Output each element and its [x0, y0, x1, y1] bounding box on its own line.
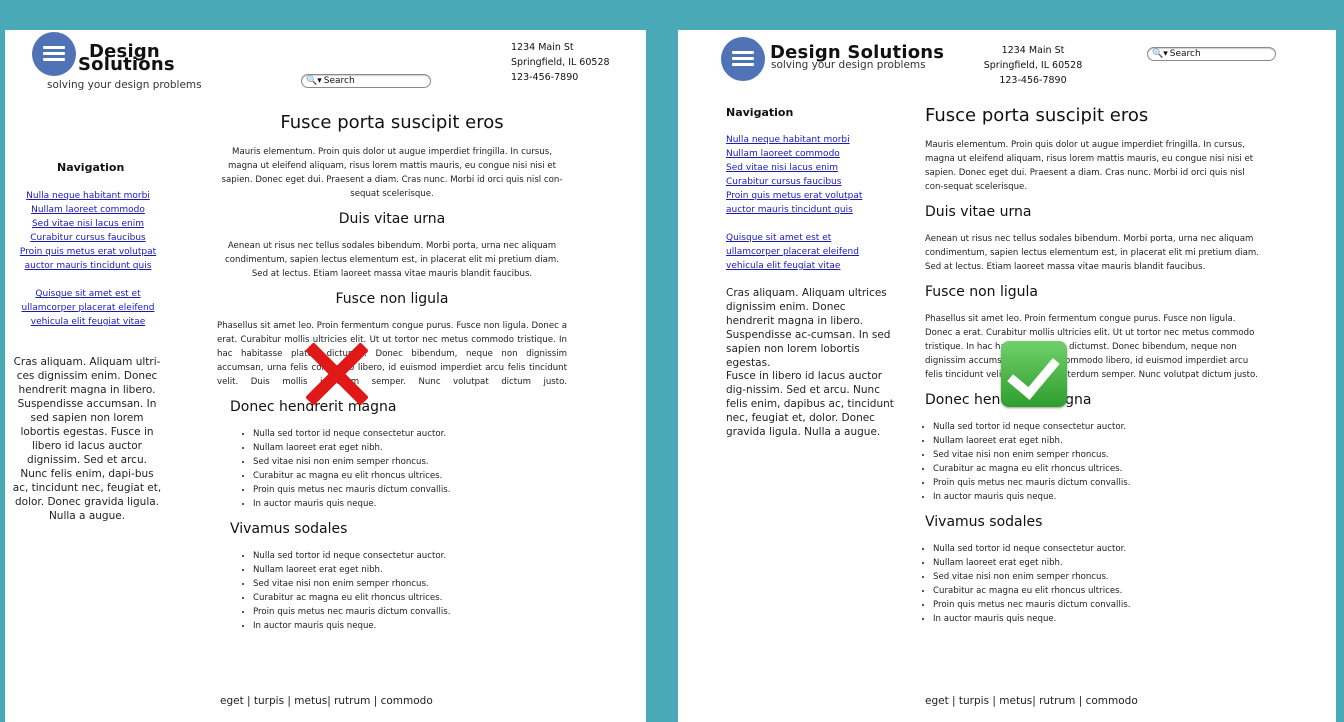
section-heading: Vivamus sodales [925, 514, 1043, 530]
bullet-list: Nulla sed tortor id neque consectetur au… [925, 542, 1265, 626]
address: 1234 Main St Springfield, IL 60528 123-4… [983, 43, 1083, 88]
nav-link[interactable]: Curabitur cursus faucibus [13, 231, 163, 245]
navigation-links: Nulla neque habitant morbi Nullam laoreet… [13, 189, 163, 329]
list-item: Proin quis metus nec mauris dictum conva… [933, 476, 1265, 490]
list-item: Sed vitae nisi non enim semper rhoncus. [933, 570, 1265, 584]
address-city: Springfield, IL 60528 [511, 57, 610, 68]
sidebar-text: Cras aliquam. Aliquam ultri-ces dignissi… [12, 356, 162, 522]
sidebar-text-1: Cras aliquam. Aliquam ultrices dignissim… [726, 287, 891, 369]
nav-link[interactable]: ullamcorper placerat eleifend [726, 245, 906, 259]
page-heading: Fusce porta suscipit eros [925, 105, 1149, 126]
good-layout-panel: Design Solutions solving your design pro… [678, 30, 1336, 722]
section-heading: Fusce non ligula [925, 284, 1038, 300]
list-item: Proin quis metus nec mauris dictum conva… [253, 483, 567, 497]
footer-links[interactable]: eget | turpis | metus| rutrum | commodo [220, 695, 433, 707]
nav-link[interactable]: Nullam laoreet commodo [726, 147, 906, 161]
list-item: Sed vitae nisi non enim semper rhoncus. [253, 577, 567, 591]
address-street: 1234 Main St [511, 42, 574, 53]
navigation-title: Navigation [57, 161, 125, 174]
list-item: Nullam laoreet erat eget nibh. [253, 563, 567, 577]
nav-link[interactable]: vehicula elit feugiat vitae [726, 259, 906, 273]
main-content: Fusce porta suscipit eros Mauris element… [925, 105, 1265, 626]
page-heading: Fusce porta suscipit eros [280, 112, 504, 133]
list-item: Curabitur ac magna eu elit rhoncus ultri… [933, 584, 1265, 598]
list-item: Nullam laoreet erat eget nibh. [253, 441, 567, 455]
nav-link[interactable]: Quisque sit amet est et [726, 231, 906, 245]
list-item: Sed vitae nisi non enim semper rhoncus. [253, 455, 567, 469]
menu-logo-icon[interactable] [721, 37, 765, 81]
section-heading: Vivamus sodales [230, 521, 348, 537]
navigation-links: Nulla neque habitant morbi Nullam laoreet… [726, 133, 906, 273]
bullet-list: Nulla sed tortor id neque consectetur au… [217, 549, 567, 633]
list-item: Proin quis metus nec mauris dictum conva… [933, 598, 1265, 612]
list-item: Nulla sed tortor id neque consectetur au… [253, 427, 567, 441]
address-phone: 123-456-7890 [999, 75, 1067, 86]
list-item: Nullam laoreet erat eget nibh. [933, 556, 1265, 570]
list-item: Curabitur ac magna eu elit rhoncus ultri… [933, 462, 1265, 476]
list-item: Proin quis metus nec mauris dictum conva… [253, 605, 567, 619]
section-heading: Donec hendrerit magna [230, 399, 397, 415]
nav-link[interactable]: Proin quis metus erat volutpat [13, 245, 163, 259]
search-icon: 🔍▾ [306, 76, 322, 86]
nav-link[interactable]: Nulla neque habitant morbi [726, 133, 906, 147]
paragraph-3: Phasellus sit amet leo. Proin fermentum … [925, 314, 1258, 380]
address-phone: 123-456-7890 [511, 72, 579, 83]
navigation-title: Navigation [726, 106, 794, 119]
section-heading: Duis vitae urna [338, 211, 446, 227]
search-input[interactable]: 🔍▾ Search [301, 74, 431, 88]
nav-link[interactable]: Curabitur cursus faucibus [726, 175, 906, 189]
search-placeholder: Search [1169, 49, 1201, 59]
section-heading: Duis vitae urna [925, 204, 1032, 220]
list-item: In auctor mauris quis neque. [933, 612, 1265, 626]
nav-link[interactable]: vehicula elit feugiat vitae [13, 315, 163, 329]
address: 1234 Main St Springfield, IL 60528 123-4… [511, 40, 610, 85]
nav-link[interactable]: Quisque sit amet est et [13, 287, 163, 301]
list-item: Nulla sed tortor id neque consectetur au… [933, 542, 1265, 556]
list-item: Curabitur ac magna eu elit rhoncus ultri… [253, 591, 567, 605]
paragraph-2: Aenean ut risus nec tellus sodales biben… [225, 241, 559, 279]
paragraph-2: Aenean ut risus nec tellus sodales biben… [925, 234, 1259, 272]
nav-link[interactable]: Proin quis metus erat volutpat [726, 189, 906, 203]
bad-layout-panel: Design Solutions solving your design pro… [5, 30, 646, 722]
nav-link[interactable]: Sed vitae nisi lacus enim [726, 161, 906, 175]
bullet-list: Nulla sed tortor id neque consectetur au… [217, 427, 567, 511]
footer-links[interactable]: eget | turpis | metus| rutrum | commodo [925, 695, 1138, 707]
list-item: Nulla sed tortor id neque consectetur au… [253, 549, 567, 563]
nav-link[interactable]: Nulla neque habitant morbi [13, 189, 163, 203]
bullet-list: Nulla sed tortor id neque consectetur au… [925, 420, 1265, 504]
paragraph-3: Phasellus sit amet leo. Proin fermentum … [217, 321, 567, 387]
nav-link[interactable]: ullamcorper placerat eleifend [13, 301, 163, 315]
paragraph-1: Mauris elementum. Proin quis dolor ut au… [925, 140, 1254, 192]
list-item: Nullam laoreet erat eget nibh. [933, 434, 1265, 448]
list-item: In auctor mauris quis neque. [253, 619, 567, 633]
brand-title-line2: Solutions [78, 54, 175, 75]
paragraph-1: Mauris elementum. Proin quis dolor ut au… [221, 147, 563, 199]
nav-link[interactable]: Nullam laoreet commodo [13, 203, 163, 217]
nav-link[interactable]: auctor mauris tincidunt quis [13, 259, 163, 273]
sidebar-text-2: Fusce in libero id lacus auctor dig-niss… [726, 370, 894, 438]
list-item: Nulla sed tortor id neque consectetur au… [933, 420, 1265, 434]
nav-link[interactable]: auctor mauris tincidunt quis [726, 203, 906, 217]
section-heading: Fusce non ligula [335, 291, 449, 307]
search-input[interactable]: 🔍▾ Search [1147, 47, 1276, 61]
section-heading: Donec hendrerit magna [925, 392, 1092, 408]
menu-logo-icon[interactable] [32, 32, 76, 76]
list-item: In auctor mauris quis neque. [253, 497, 567, 511]
red-cross-icon [302, 339, 372, 409]
main-content: Fusce porta suscipit eros Mauris element… [217, 112, 567, 633]
tagline: solving your design problems [47, 79, 202, 91]
nav-link[interactable]: Sed vitae nisi lacus enim [13, 217, 163, 231]
list-item: In auctor mauris quis neque. [933, 490, 1265, 504]
address-street: 1234 Main St [1001, 45, 1065, 56]
search-placeholder: Search [323, 76, 355, 86]
green-check-icon [1001, 341, 1067, 407]
tagline: solving your design problems [771, 59, 926, 71]
address-city: Springfield, IL 60528 [983, 60, 1083, 71]
brand-title: Design Solutions [770, 42, 945, 63]
list-item: Sed vitae nisi non enim semper rhoncus. [933, 448, 1265, 462]
list-item: Curabitur ac magna eu elit rhoncus ultri… [253, 469, 567, 483]
search-icon: 🔍▾ [1152, 49, 1168, 59]
